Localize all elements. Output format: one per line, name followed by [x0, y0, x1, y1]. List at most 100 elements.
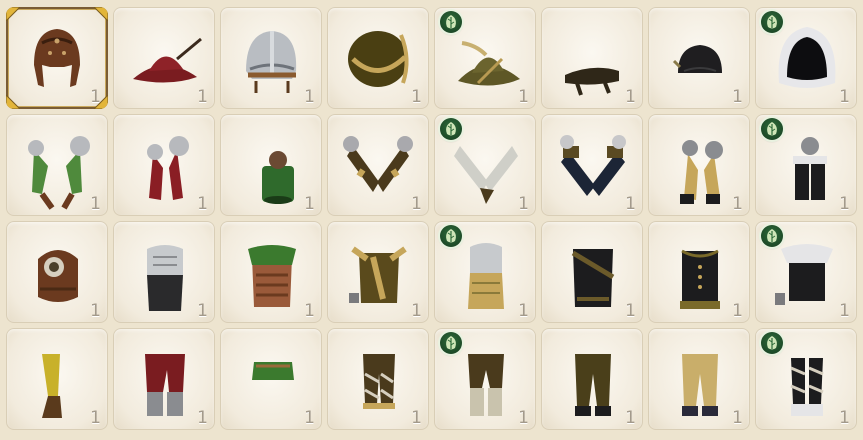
inventory-slot[interactable]: 1 — [755, 221, 857, 323]
item-quantity: 1 — [197, 301, 208, 321]
item-quantity: 1 — [839, 301, 850, 321]
selection-corner-icon — [6, 7, 20, 21]
item-quantity: 1 — [90, 194, 101, 214]
item-quantity: 1 — [411, 87, 422, 107]
tan-trousers-icon — [654, 334, 744, 424]
leaf-badge-icon — [761, 118, 783, 140]
steel-plate-armor-icon — [119, 227, 209, 317]
inventory-slot[interactable]: 1 — [434, 221, 536, 323]
leaf-badge-icon — [761, 332, 783, 354]
inventory-slot[interactable]: 1 — [6, 114, 108, 216]
inventory-slot[interactable]: 1 — [434, 114, 536, 216]
leather-cuirass-icon — [12, 227, 102, 317]
item-quantity: 1 — [411, 301, 422, 321]
straw-vest-icon — [333, 227, 423, 317]
item-quantity: 1 — [625, 194, 636, 214]
item-quantity: 1 — [304, 194, 315, 214]
black-vest-icon — [654, 227, 744, 317]
inventory-slot[interactable]: 1 — [541, 7, 643, 109]
inventory-slot[interactable]: 1 — [6, 7, 108, 109]
red-pants-icon — [119, 334, 209, 424]
inventory-slot[interactable]: 1 — [327, 328, 429, 430]
item-quantity: 1 — [625, 408, 636, 428]
red-gauntlets-icon — [119, 120, 209, 210]
item-quantity: 1 — [518, 87, 529, 107]
leaf-badge-icon — [440, 118, 462, 140]
item-quantity: 1 — [90, 408, 101, 428]
item-quantity: 1 — [197, 87, 208, 107]
red-feather-hat-icon — [119, 13, 209, 103]
leaf-badge-icon — [440, 225, 462, 247]
green-bracer-icon — [226, 120, 316, 210]
inventory-slot[interactable]: 1 — [220, 328, 322, 430]
tan-gauntlets-icon — [654, 120, 744, 210]
inventory-slot[interactable]: 1 — [648, 328, 750, 430]
item-quantity: 1 — [411, 408, 422, 428]
item-quantity: 1 — [304, 87, 315, 107]
item-quantity: 1 — [197, 194, 208, 214]
inventory-slot[interactable]: 1 — [648, 7, 750, 109]
green-cape-armor-icon — [226, 227, 316, 317]
item-quantity: 1 — [625, 301, 636, 321]
inventory-slot[interactable]: 1 — [6, 328, 108, 430]
aviator-cap-icon — [12, 13, 102, 103]
item-quantity: 1 — [839, 87, 850, 107]
item-quantity: 1 — [732, 301, 743, 321]
black-skullcap-icon — [654, 13, 744, 103]
green-kilt-icon — [226, 334, 316, 424]
fur-cap-icon — [333, 13, 423, 103]
selection-corner-icon — [94, 95, 108, 109]
item-quantity: 1 — [732, 87, 743, 107]
inventory-slot[interactable]: 1 — [327, 114, 429, 216]
item-quantity: 1 — [518, 408, 529, 428]
leaf-badge-icon — [761, 225, 783, 247]
inventory-slot[interactable]: 1 — [220, 7, 322, 109]
inventory-slot[interactable]: 1 — [113, 221, 215, 323]
item-quantity: 1 — [625, 87, 636, 107]
green-gauntlets-icon — [12, 120, 102, 210]
yellow-leggings-icon — [12, 334, 102, 424]
inventory-slot[interactable]: 1 — [113, 328, 215, 430]
inventory-slot[interactable]: 1 — [434, 7, 536, 109]
dark-bandana-icon — [547, 13, 637, 103]
inventory-slot[interactable]: 1 — [648, 221, 750, 323]
leaf-badge-icon — [440, 332, 462, 354]
inventory-slot[interactable]: 1 — [541, 328, 643, 430]
dark-jerkin-icon — [547, 227, 637, 317]
item-quantity: 1 — [839, 408, 850, 428]
inventory-slot[interactable]: 1 — [220, 221, 322, 323]
item-quantity: 1 — [732, 408, 743, 428]
selection-corner-icon — [6, 95, 20, 109]
inventory-slot[interactable]: 1 — [113, 7, 215, 109]
item-quantity: 1 — [518, 301, 529, 321]
inventory-slot[interactable]: 1 — [541, 114, 643, 216]
inventory-slot[interactable]: 1 — [113, 114, 215, 216]
inventory-slot[interactable]: 1 — [327, 7, 429, 109]
inventory-slot[interactable]: 1 — [6, 221, 108, 323]
olive-trousers-icon — [547, 334, 637, 424]
inventory-slot[interactable]: 1 — [327, 221, 429, 323]
inventory-slot[interactable]: 1 — [434, 328, 536, 430]
inventory-slot[interactable]: 1 — [755, 328, 857, 430]
inventory-slot[interactable]: 1 — [755, 114, 857, 216]
leaf-badge-icon — [440, 11, 462, 33]
leaf-badge-icon — [761, 11, 783, 33]
inventory-slot[interactable]: 1 — [220, 114, 322, 216]
item-quantity: 1 — [518, 194, 529, 214]
inventory-slot[interactable]: 1 — [648, 114, 750, 216]
fur-wrapped-gloves-icon — [333, 120, 423, 210]
selection-corner-icon — [94, 7, 108, 21]
item-quantity: 1 — [839, 194, 850, 214]
item-quantity: 1 — [90, 301, 101, 321]
item-quantity: 1 — [197, 408, 208, 428]
blue-wrapped-gloves-icon — [547, 120, 637, 210]
inventory-slot[interactable]: 1 — [541, 221, 643, 323]
wrapped-trousers-icon — [333, 334, 423, 424]
inventory-slot[interactable]: 1 — [755, 7, 857, 109]
steel-helmet-icon — [226, 13, 316, 103]
item-quantity: 1 — [411, 194, 422, 214]
item-quantity: 1 — [732, 194, 743, 214]
inventory-grid: 1 1 1 1 1 1 1 1 1 1 1 1 1 1 1 1 1 1 1 1 1 1 1 1 1 1 1 1 1 1 1 1 — [0, 0, 863, 440]
item-quantity: 1 — [304, 301, 315, 321]
item-quantity: 1 — [304, 408, 315, 428]
